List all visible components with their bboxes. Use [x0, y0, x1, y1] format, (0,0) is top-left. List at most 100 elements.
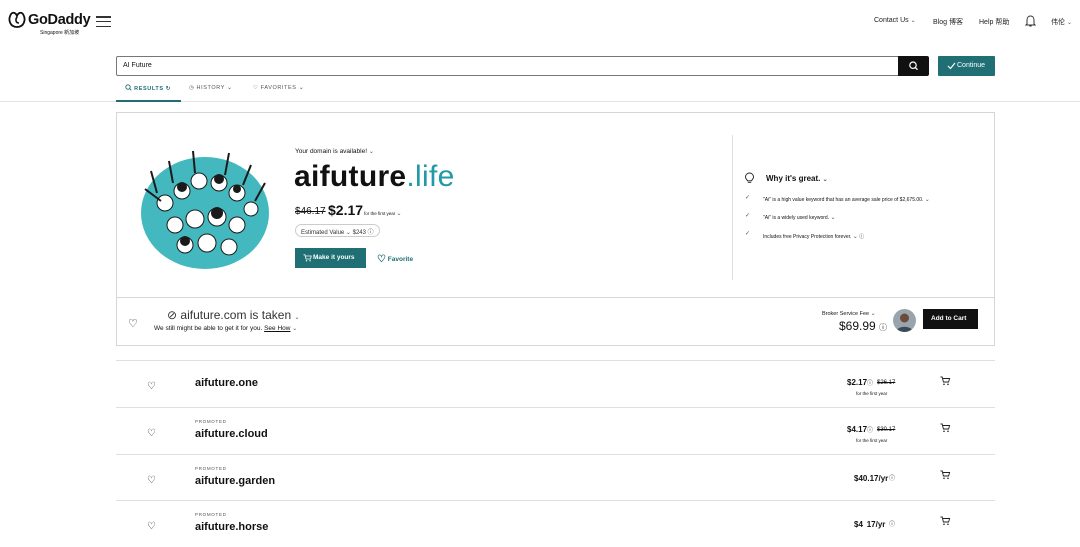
- add-to-cart-icon[interactable]: [940, 516, 951, 526]
- domain-result-row: ♡ PROMOTED aifuture.horse $4 17/yr ⓘ: [116, 500, 995, 547]
- result-original-price: $30.17: [877, 427, 896, 433]
- heart-icon: ♡: [377, 254, 386, 265]
- chevron-down-icon[interactable]: ⌄: [292, 326, 297, 332]
- godaddy-logo[interactable]: GoDaddy Singapore 新加坡: [7, 10, 91, 38]
- chevron-down-icon[interactable]: ⌄: [853, 234, 858, 240]
- bell-icon[interactable]: [1025, 15, 1036, 27]
- favorite-button[interactable]: ♡ Favorite: [377, 254, 413, 265]
- tab-results-label: RESULTS: [134, 86, 164, 92]
- availability-text: Your domain is available!: [295, 148, 368, 155]
- search-input[interactable]: AI Future: [116, 56, 899, 76]
- estimated-value: $243: [352, 230, 366, 236]
- refresh-icon: ↻: [165, 86, 171, 92]
- result-price-note: for the first year: [856, 391, 888, 396]
- see-how-link[interactable]: See How: [264, 325, 290, 332]
- cart-icon: [303, 254, 312, 262]
- why-item-text: "Ai" is a widely used keyword.: [763, 215, 830, 221]
- check-icon: [947, 62, 956, 70]
- featured-domain-card: Your domain is available! ⌄ aifuture.lif…: [116, 112, 995, 298]
- chevron-down-icon: ⌄: [1066, 20, 1072, 26]
- history-icon: ◷: [189, 85, 195, 91]
- domain-result-name[interactable]: aifuture.garden: [195, 475, 275, 487]
- promoted-badge: PROMOTED: [195, 419, 227, 424]
- tab-results[interactable]: RESULTS ↻: [125, 84, 171, 92]
- broker-avatar: [893, 309, 916, 332]
- chevron-down-icon: ⌄: [227, 85, 233, 91]
- continue-button[interactable]: Continue: [938, 56, 995, 76]
- make-it-yours-label: Make it yours: [313, 254, 355, 261]
- chevron-down-icon: ⌄: [822, 177, 828, 183]
- nav-contact-us[interactable]: Contact Us ⌄: [874, 17, 916, 24]
- results-tabs: RESULTS ↻ ◷ HISTORY ⌄ ♡ FAVORITES ⌄: [0, 80, 1080, 102]
- taken-subtitle: We still might be able to get it for you…: [154, 325, 297, 332]
- domain-result-name[interactable]: aifuture.one: [195, 377, 258, 389]
- why-item-text: Includes free Privacy Protection forever…: [763, 234, 852, 240]
- add-to-cart-icon[interactable]: [940, 423, 951, 433]
- price-note: for the first year ⌄: [364, 210, 402, 217]
- nav-blog-label: Blog 博客: [933, 19, 963, 26]
- original-price: $46.17: [295, 206, 326, 217]
- result-price: $4 17/yr: [854, 520, 886, 529]
- divider: [732, 135, 733, 280]
- chevron-down-icon[interactable]: ⌄: [294, 315, 299, 321]
- info-icon[interactable]: ⓘ: [859, 234, 864, 240]
- info-icon[interactable]: ⓘ: [889, 473, 895, 482]
- search-input-value: AI Future: [123, 62, 152, 69]
- search-icon: [909, 61, 918, 71]
- domain-result-row: ♡ aifuture.one $2.17 ⓘ $26.17 for the fi…: [116, 360, 995, 407]
- estimated-label: Estimated Value: [301, 230, 345, 236]
- taken-domain-title: ⊘ aifuture.com is taken ⌄: [167, 308, 300, 322]
- chevron-down-icon[interactable]: ⌄: [871, 311, 876, 317]
- nav-help[interactable]: Help 帮助: [979, 17, 1009, 27]
- chevron-down-icon[interactable]: ⌄: [925, 197, 930, 203]
- tab-favorites[interactable]: ♡ FAVORITES ⌄: [253, 84, 304, 91]
- estimated-value-badge[interactable]: Estimated Value ⌄ $243 ⓘ: [295, 224, 380, 237]
- info-icon[interactable]: ⓘ: [879, 323, 887, 332]
- info-icon[interactable]: ⓘ: [889, 519, 895, 528]
- heart-icon[interactable]: ♡: [147, 428, 156, 439]
- nav-blog[interactable]: Blog 博客: [933, 17, 963, 27]
- heart-icon[interactable]: ♡: [147, 475, 156, 486]
- nav-contact-label: Contact Us: [874, 17, 909, 24]
- add-to-cart-icon[interactable]: [940, 376, 951, 386]
- why-item: "Ai" is a widely used keyword. ⌄: [763, 214, 836, 221]
- why-item-text: "Ai" is a high value keyword that has an…: [763, 197, 924, 203]
- sale-price: $2.17: [328, 202, 364, 218]
- why-great-title[interactable]: Why it's great. ⌄: [766, 174, 828, 183]
- menu-icon[interactable]: [96, 16, 111, 28]
- chevron-down-icon: ⌄: [298, 85, 305, 91]
- featured-domain-name: aifuture.life: [294, 160, 455, 194]
- tab-favorites-label: FAVORITES: [260, 85, 297, 91]
- promoted-badge: PROMOTED: [195, 512, 227, 517]
- chevron-down-icon: ⌄: [345, 230, 351, 236]
- why-item: "Ai" is a high value keyword that has an…: [763, 196, 930, 203]
- site-header: GoDaddy Singapore 新加坡 Contact Us ⌄ Blog …: [0, 0, 1080, 44]
- chevron-down-icon[interactable]: ⌄: [369, 149, 374, 155]
- heart-icon[interactable]: ♡: [128, 317, 138, 330]
- broker-fee-price: $69.99 ⓘ: [839, 319, 887, 333]
- taken-domain-card: ♡ ⊘ aifuture.com is taken ⌄ We still mig…: [116, 297, 995, 346]
- add-to-cart-icon[interactable]: [940, 470, 951, 480]
- result-price-note: for the first year: [856, 438, 888, 443]
- add-to-cart-label: Add to Cart: [931, 315, 967, 322]
- domain-result-name[interactable]: aifuture.horse: [195, 521, 268, 533]
- info-icon[interactable]: ⓘ: [867, 378, 873, 387]
- heart-icon[interactable]: ♡: [147, 521, 156, 532]
- taken-domain-text: aifuture.com is taken: [180, 308, 292, 322]
- search-button[interactable]: [898, 56, 929, 76]
- promoted-badge: PROMOTED: [195, 466, 227, 471]
- result-price: $2.17: [847, 378, 868, 387]
- why-item: Includes free Privacy Protection forever…: [763, 233, 864, 240]
- make-it-yours-button[interactable]: Make it yours: [295, 248, 366, 268]
- heart-icon[interactable]: ♡: [147, 381, 156, 392]
- add-to-cart-button[interactable]: Add to Cart: [923, 309, 978, 329]
- tab-history[interactable]: ◷ HISTORY ⌄: [189, 84, 233, 91]
- result-price: $40.17/yr: [854, 474, 889, 483]
- info-icon[interactable]: ⓘ: [867, 425, 873, 434]
- domain-result-name[interactable]: aifuture.cloud: [195, 428, 268, 440]
- chevron-down-icon[interactable]: ⌄: [397, 211, 402, 217]
- account-menu[interactable]: 伟伦 ⌄: [1051, 17, 1072, 27]
- broker-label-text: Broker Service Fee: [822, 311, 870, 317]
- account-name: 伟伦: [1051, 19, 1065, 26]
- chevron-down-icon[interactable]: ⌄: [830, 215, 835, 221]
